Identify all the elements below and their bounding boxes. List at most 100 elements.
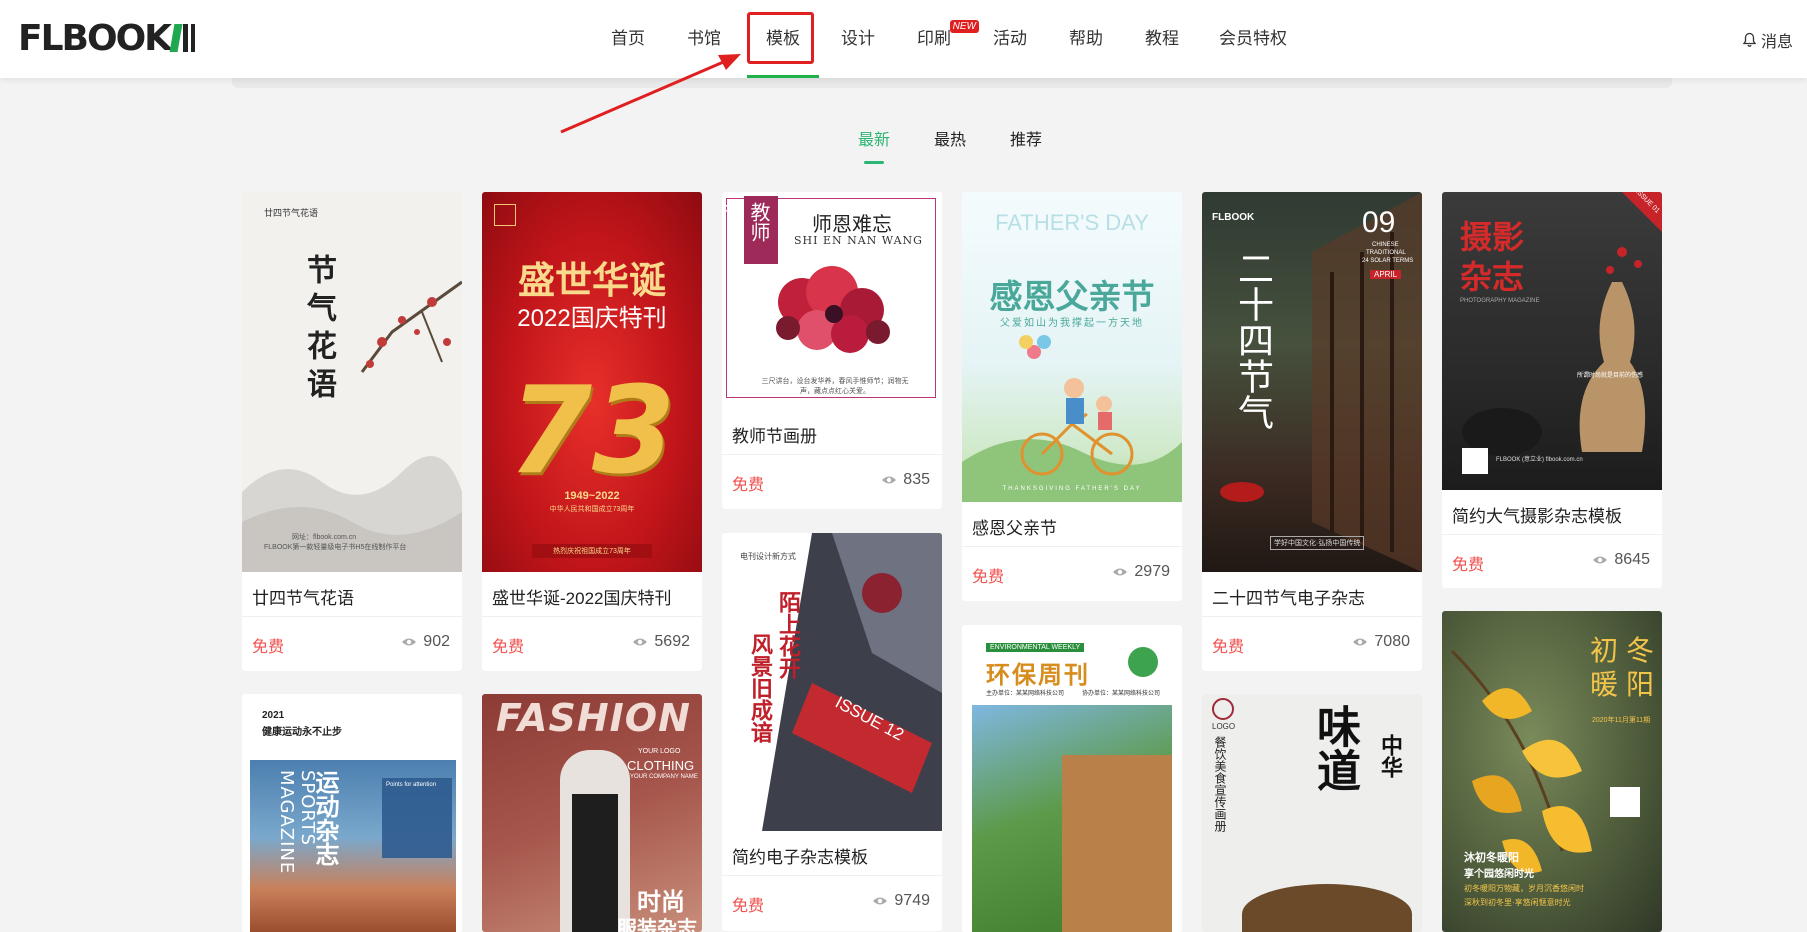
tab-recommended[interactable]: 推荐 xyxy=(1010,126,1042,150)
template-card[interactable]: 初冬 暖阳 2020年11月第11期 沐初冬暖阳 享个园悠闲时光 初冬暖阳万物藏… xyxy=(1442,611,1662,932)
thumb-tag4: 深秋到初冬里·享悠闲惬意时光 xyxy=(1464,898,1571,907)
template-card[interactable]: 教师节 师恩难忘 SHI EN NAN WANG 三尺讲台，设台发华养，春风手惟… xyxy=(722,192,942,509)
thumb-tag: ENVIRONMENTAL WEEKLY xyxy=(986,643,1085,652)
template-card[interactable]: FLBOOK 09 CHINESE TRADITIONAL 24 SOLAR T… xyxy=(1202,192,1422,671)
view-count: 7080 xyxy=(1352,633,1410,651)
template-title[interactable]: 教师节画册 xyxy=(732,422,817,447)
nav-design[interactable]: 设计 xyxy=(825,0,891,78)
view-count: 2979 xyxy=(1112,563,1170,581)
template-title[interactable]: 廿四节气花语 xyxy=(252,584,354,609)
view-count-value: 5692 xyxy=(654,633,690,650)
card-footer: 免费 8645 xyxy=(1442,541,1662,588)
eye-icon xyxy=(1113,568,1128,576)
thumb-brand: FLBOOK xyxy=(1212,212,1255,223)
view-count-value: 2979 xyxy=(1134,563,1170,580)
thumb-subhead: 2022国庆特刊 xyxy=(517,305,667,332)
thumb-en2: TRADITIONAL xyxy=(1366,250,1406,256)
thumb-main: 环保周刊 xyxy=(986,662,1090,689)
template-thumbnail: FASHION YOUR LOGO CLOTHING YOUR COMPANY … xyxy=(482,694,702,932)
thumb-footer: 网址：flbook.com.cn xyxy=(292,534,357,541)
template-title[interactable]: 简约电子杂志模板 xyxy=(732,843,868,868)
template-thumbnail: 2021 健康运动永不止步 Points for attention 运动杂志 … xyxy=(242,694,462,932)
nav-home[interactable]: 首页 xyxy=(595,0,661,78)
thumb-top-label: 廿四节气花语 xyxy=(264,208,319,218)
recycle-icon xyxy=(1128,647,1158,677)
tab-hottest[interactable]: 最热 xyxy=(934,126,966,150)
template-title[interactable]: 简约大气摄影杂志模板 xyxy=(1452,502,1622,527)
thumb-info-box xyxy=(382,778,452,858)
template-title[interactable]: 二十四节气电子杂志 xyxy=(1212,584,1365,609)
price-label: 免费 xyxy=(492,639,525,656)
view-count-value: 835 xyxy=(903,471,930,488)
eye-icon xyxy=(633,638,648,646)
thumb-main: 味道 xyxy=(1309,704,1360,792)
template-card[interactable]: FATHER'S DAY 感恩父亲节 父爱如山为我撑起一方天地 THANKSGI… xyxy=(962,192,1182,601)
thumb-co: 协办单位：某某网络科技公司 xyxy=(1082,691,1161,697)
template-thumbnail: 初冬 暖阳 2020年11月第11期 沐初冬暖阳 享个园悠闲时光 初冬暖阳万物藏… xyxy=(1442,611,1662,932)
sort-tabs: 最新 最热 推荐 xyxy=(858,126,1086,150)
thumb-year: 2021 xyxy=(262,710,285,721)
nav-events-label: 活动 xyxy=(993,29,1027,48)
price-label: 免费 xyxy=(1212,639,1245,656)
card-divider xyxy=(482,616,702,617)
nav-events[interactable]: 活动 xyxy=(977,0,1043,78)
thumb-logo-mark xyxy=(1212,698,1234,720)
card-divider xyxy=(962,546,1182,547)
view-count: 902 xyxy=(401,633,450,651)
template-thumbnail: 廿四节气花语 节气花语 网址：flbook.com.cn FLBOOK第一款轻量… xyxy=(242,192,462,572)
template-title[interactable]: 盛世华诞-2022国庆特刊 xyxy=(492,584,671,609)
main-nav: 首页 书馆 模板 设计 印刷 NEW 活动 帮助 教程 会员特权 xyxy=(595,0,1301,78)
template-card[interactable]: 电刊设计新方式 陌上花开 风景旧成谙 ISSUE 12 简约电子杂志模板 免费 … xyxy=(722,533,942,931)
tab-newest[interactable]: 最新 xyxy=(858,126,890,150)
template-card[interactable]: ENVIRONMENTAL WEEKLY 环保周刊 主办单位：某某网络科技公司 … xyxy=(962,625,1182,932)
template-card[interactable]: 盛世华诞 2022国庆特刊 73 1949~2022 中华人民共和国成立73周年… xyxy=(482,192,702,671)
thumb-note: 所谓时尚就是目前的伤感 xyxy=(1577,373,1644,379)
thumb-birdhouse xyxy=(1062,755,1172,932)
template-thumbnail: 电刊设计新方式 陌上花开 风景旧成谙 ISSUE 12 xyxy=(722,533,942,831)
thumb-en1: CHINESE xyxy=(1372,242,1399,248)
view-count: 835 xyxy=(881,471,930,489)
nav-home-label: 首页 xyxy=(611,29,645,48)
nav-tutorials[interactable]: 教程 xyxy=(1129,0,1195,78)
view-count-value: 9749 xyxy=(894,892,930,909)
card-divider xyxy=(1442,534,1662,535)
card-divider xyxy=(242,616,462,617)
template-thumbnail: ENVIRONMENTAL WEEKLY 环保周刊 主办单位：某某网络科技公司 … xyxy=(962,625,1182,932)
flbook-logo[interactable]: FLBOOK xyxy=(18,18,198,59)
nav-print[interactable]: 印刷 NEW xyxy=(901,0,979,78)
thumb-month: APRIL xyxy=(1370,270,1402,279)
template-card[interactable]: FASHION YOUR LOGO CLOTHING YOUR COMPANY … xyxy=(482,694,702,932)
template-card[interactable]: ISSUE 01 摄影 杂志 PHOTOGRAPHY MAGAZINE 所谓时尚… xyxy=(1442,192,1662,558)
template-thumbnail: FLBOOK 09 CHINESE TRADITIONAL 24 SOLAR T… xyxy=(1202,192,1422,572)
thumb-side: 餐饮美食宣传画册 xyxy=(1213,736,1227,832)
thumb-main2: 服装杂志 xyxy=(617,918,697,932)
thumb-years: 1949~2022 xyxy=(564,490,620,502)
nav-templates-label: 模板 xyxy=(766,29,800,48)
card-divider xyxy=(1202,616,1422,617)
thumb-clothing: CLOTHING xyxy=(627,758,695,773)
card-divider xyxy=(722,454,942,455)
eye-icon xyxy=(873,897,888,905)
template-card[interactable]: LOGO 餐饮美食宣传画册 味道 中华 xyxy=(1202,694,1422,932)
template-card[interactable]: 廿四节气花语 节气花语 网址：flbook.com.cn FLBOOK第一款轻量… xyxy=(242,192,462,671)
nav-library[interactable]: 书馆 xyxy=(671,0,737,78)
view-count-value: 902 xyxy=(423,633,450,650)
nav-templates[interactable]: 模板 xyxy=(747,0,819,78)
card-divider xyxy=(722,875,942,876)
nav-print-label: 印刷 xyxy=(917,29,951,48)
template-title[interactable]: 感恩父亲节 xyxy=(972,514,1057,539)
nav-design-label: 设计 xyxy=(841,29,875,48)
thumb-logo-text: YOUR LOGO xyxy=(638,748,681,755)
thumb-tag1: 沐初冬暖阳 xyxy=(1464,852,1519,864)
thumb-foot: 学好中国文化·弘扬中国传统 xyxy=(1270,536,1365,550)
messages-button[interactable]: 消息 xyxy=(1742,28,1793,52)
thumb-main2: 风景旧成谙 xyxy=(747,633,773,743)
nav-membership[interactable]: 会员特权 xyxy=(1205,0,1301,78)
price-label: 免费 xyxy=(1452,557,1485,574)
thumb-tag2: 享个园悠闲时光 xyxy=(1464,869,1534,880)
template-card[interactable]: 2021 健康运动永不止步 Points for attention 运动杂志 … xyxy=(242,694,462,932)
nav-help[interactable]: 帮助 xyxy=(1053,0,1119,78)
nav-tutorials-label: 教程 xyxy=(1145,29,1179,48)
thumb-art xyxy=(242,280,462,572)
view-count: 8645 xyxy=(1592,551,1650,569)
